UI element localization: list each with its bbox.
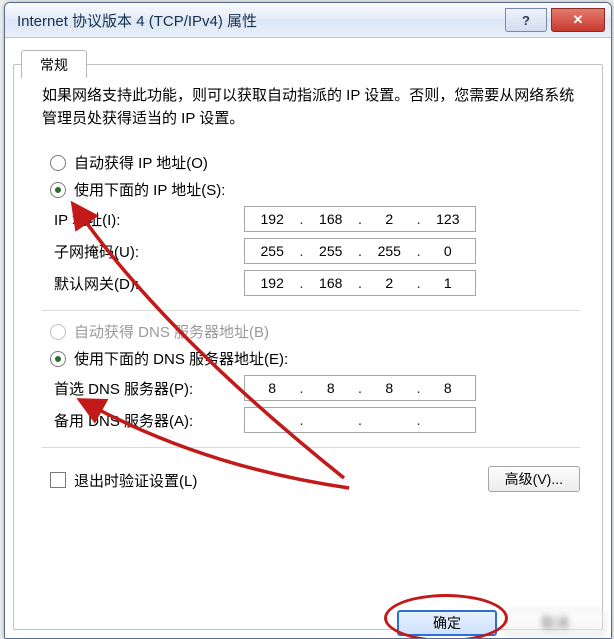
radio-label: 自动获得 IP 地址(O): [74, 152, 208, 173]
titlebar: Internet 协议版本 4 (TCP/IPv4) 属性 ? ✕: [5, 3, 611, 38]
ip-octet[interactable]: [362, 379, 416, 397]
ip-octet[interactable]: [362, 411, 416, 429]
ip-octet[interactable]: [362, 242, 416, 260]
tab-panel: 如果网络支持此功能，则可以获取自动指派的 IP 设置。否则，您需要从网络系统管理…: [13, 64, 603, 630]
advanced-button[interactable]: 高级(V)...: [488, 466, 580, 492]
input-mask[interactable]: . . .: [244, 238, 476, 264]
ip-octet[interactable]: [362, 210, 416, 228]
separator: [42, 447, 580, 448]
ip-octet[interactable]: [304, 242, 358, 260]
row-mask: 子网掩码(U): . . .: [54, 238, 580, 264]
ip-octet[interactable]: [421, 411, 475, 429]
description-text: 如果网络支持此功能，则可以获取自动指派的 IP 设置。否则，您需要从网络系统管理…: [42, 85, 580, 130]
radio-label: 使用下面的 DNS 服务器地址(E):: [74, 348, 288, 369]
dialog-buttons: 确定 取消: [397, 610, 605, 636]
checkbox-validate[interactable]: 退出时验证设置(L): [50, 470, 197, 491]
close-button[interactable]: ✕: [551, 8, 605, 32]
row-dns1: 首选 DNS 服务器(P): . . .: [54, 375, 580, 401]
label-dns2: 备用 DNS 服务器(A):: [54, 410, 244, 431]
input-gateway[interactable]: . . .: [244, 270, 476, 296]
checkbox-label: 退出时验证设置(L): [74, 470, 197, 491]
label-ip: IP 地址(I):: [54, 209, 244, 230]
cancel-button[interactable]: 取消: [505, 610, 605, 636]
window-title: Internet 协议版本 4 (TCP/IPv4) 属性: [17, 10, 505, 31]
label-mask: 子网掩码(U):: [54, 241, 244, 262]
ip-octet[interactable]: [362, 274, 416, 292]
row-ip: IP 地址(I): . . .: [54, 206, 580, 232]
ip-octet[interactable]: [421, 210, 475, 228]
window: Internet 协议版本 4 (TCP/IPv4) 属性 ? ✕ 常规 如果网…: [4, 2, 612, 639]
radio-label: 使用下面的 IP 地址(S):: [74, 179, 225, 200]
input-dns2[interactable]: . . .: [244, 407, 476, 433]
ip-octet[interactable]: [245, 274, 299, 292]
separator: [42, 310, 580, 311]
label-gateway: 默认网关(D):: [54, 273, 244, 294]
radio-icon: [50, 351, 66, 367]
radio-icon: [50, 155, 66, 171]
ip-octet[interactable]: [421, 242, 475, 260]
ip-octet[interactable]: [421, 274, 475, 292]
ip-octet[interactable]: [304, 379, 358, 397]
radio-auto-ip[interactable]: 自动获得 IP 地址(O): [50, 152, 580, 173]
input-ip[interactable]: . . .: [244, 206, 476, 232]
ip-octet[interactable]: [245, 210, 299, 228]
ip-octet[interactable]: [245, 411, 299, 429]
radio-icon: [50, 324, 66, 340]
label-dns1: 首选 DNS 服务器(P):: [54, 378, 244, 399]
ip-octet[interactable]: [421, 379, 475, 397]
radio-label: 自动获得 DNS 服务器地址(B): [74, 321, 269, 342]
tab-general[interactable]: 常规: [21, 50, 87, 78]
ip-octet[interactable]: [245, 242, 299, 260]
row-dns2: 备用 DNS 服务器(A): . . .: [54, 407, 580, 433]
radio-auto-dns: 自动获得 DNS 服务器地址(B): [50, 321, 580, 342]
ok-button[interactable]: 确定: [397, 610, 497, 636]
ip-octet[interactable]: [304, 210, 358, 228]
radio-manual-dns[interactable]: 使用下面的 DNS 服务器地址(E):: [50, 348, 580, 369]
input-dns1[interactable]: . . .: [244, 375, 476, 401]
help-button[interactable]: ?: [505, 8, 547, 32]
radio-manual-ip[interactable]: 使用下面的 IP 地址(S):: [50, 179, 580, 200]
ip-octet[interactable]: [245, 379, 299, 397]
window-controls: ? ✕: [505, 8, 605, 32]
client-area: 常规 如果网络支持此功能，则可以获取自动指派的 IP 设置。否则，您需要从网络系…: [5, 38, 611, 638]
checkbox-icon: [50, 472, 66, 488]
ip-octet[interactable]: [304, 411, 358, 429]
ip-octet[interactable]: [304, 274, 358, 292]
radio-icon: [50, 182, 66, 198]
row-gateway: 默认网关(D): . . .: [54, 270, 580, 296]
